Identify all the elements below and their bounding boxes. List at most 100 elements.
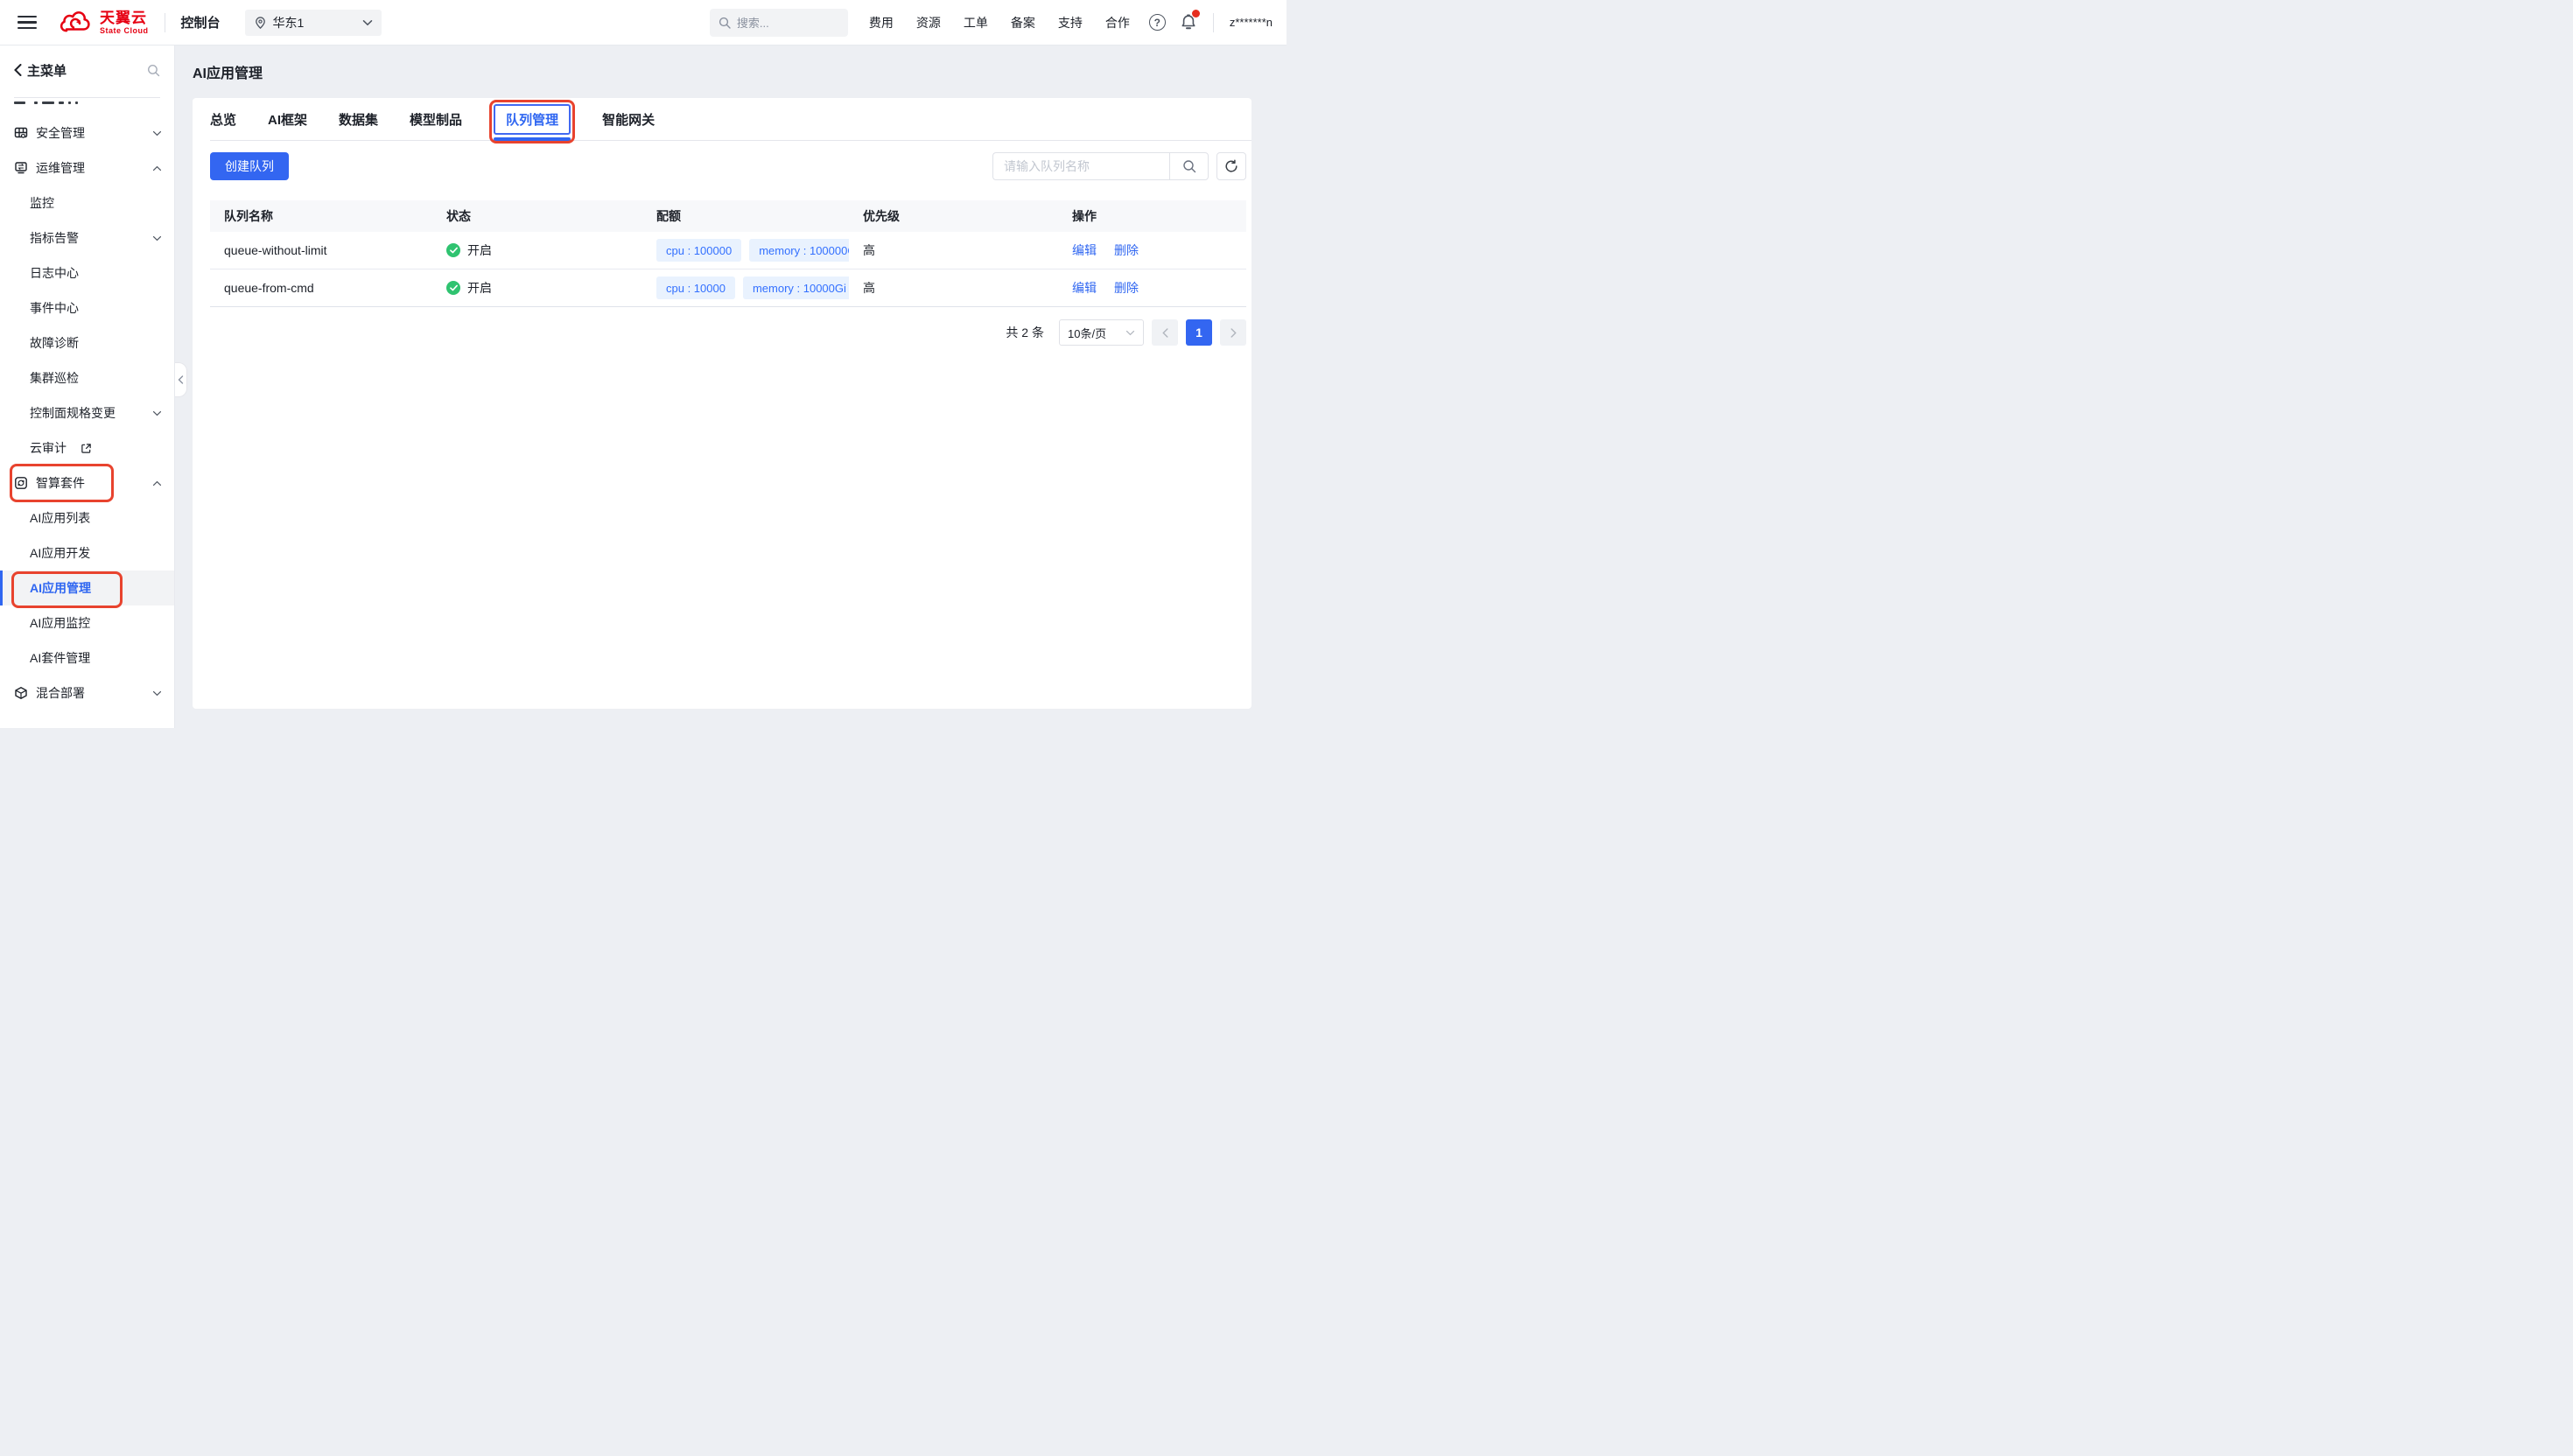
refresh-button[interactable] — [1216, 152, 1246, 180]
sidebar-item-security[interactable]: 安全管理 — [0, 116, 174, 150]
sidebar-item-ai-app-dev[interactable]: AI应用开发 — [0, 536, 174, 570]
brand-subtitle: State Cloud — [100, 27, 149, 35]
refresh-icon — [1224, 159, 1238, 173]
memory-quota-chip: memory : 10000Gi — [743, 276, 849, 299]
sidebar-item-ai-suite-mgmt[interactable]: AI套件管理 — [0, 640, 174, 676]
help-icon[interactable] — [1149, 14, 1166, 31]
nav-item-cooperation[interactable]: 合作 — [1105, 14, 1130, 32]
sidebar-item-label: AI应用管理 — [30, 579, 91, 597]
nav-item-filing[interactable]: 备案 — [1011, 14, 1035, 32]
sidebar-item-hybrid-deploy[interactable]: 混合部署 — [0, 676, 174, 710]
sidebar-item-label: 集群巡检 — [30, 369, 79, 387]
sidebar-item-cloud-audit[interactable]: 云审计 — [0, 430, 174, 466]
location-pin-icon — [254, 16, 267, 30]
delete-link[interactable]: 删除 — [1114, 279, 1139, 297]
sidebar-item-event-center[interactable]: 事件中心 — [0, 290, 174, 326]
col-status: 状态 — [432, 207, 642, 225]
total-count: 共 2 条 — [1006, 324, 1044, 341]
nav-item-tickets[interactable]: 工单 — [964, 14, 988, 32]
sidebar-item-ai-app-mgmt[interactable]: AI应用管理 — [0, 570, 174, 606]
tab-overview[interactable]: 总览 — [210, 110, 236, 129]
sidebar-back-button[interactable]: 主菜单 — [14, 61, 67, 80]
region-selector[interactable]: 华东1 — [245, 10, 382, 36]
bell-icon[interactable] — [1180, 13, 1197, 32]
sidebar-item-metric-alerts[interactable]: 指标告警 — [0, 220, 174, 256]
topbar: 天翼云 State Cloud 控制台 华东1 搜索... 费用 资源 工单 — [0, 0, 1286, 46]
sidebar-item-label: 控制面规格变更 — [30, 404, 116, 422]
sidebar-item-ops[interactable]: 运维管理 — [0, 150, 174, 186]
tab-queue-mgmt[interactable]: 队列管理 — [494, 104, 571, 135]
tab-dataset[interactable]: 数据集 — [339, 110, 378, 129]
global-search-input[interactable]: 搜索... — [710, 9, 848, 37]
global-search-placeholder: 搜索... — [737, 14, 769, 31]
external-link-icon — [81, 443, 92, 454]
sidebar-item-control-plane-spec[interactable]: 控制面规格变更 — [0, 396, 174, 430]
check-icon — [446, 281, 460, 295]
search-icon — [719, 17, 731, 29]
delete-link[interactable]: 删除 — [1114, 242, 1139, 259]
search-icon — [1182, 159, 1196, 173]
queue-table: 队列名称 状态 配额 优先级 操作 queue-without-limit 开启 — [210, 200, 1246, 307]
queue-search-button[interactable] — [1169, 152, 1209, 180]
table-row: queue-from-cmd 开启 cpu : 10000 memory : 1… — [210, 270, 1246, 307]
priority-cell: 高 — [849, 279, 1058, 297]
pagination: 共 2 条 10条/页 1 — [210, 319, 1246, 346]
sidebar-item-fault-diagnosis[interactable]: 故障诊断 — [0, 326, 174, 360]
memory-quota-chip: memory : 100000G — [749, 239, 849, 262]
brand-name: 天翼云 — [100, 10, 149, 25]
sidebar-divider — [14, 97, 160, 98]
sidebar-item-label: 事件中心 — [30, 299, 79, 317]
sidebar-collapse-handle[interactable] — [175, 362, 187, 397]
queue-name: queue-without-limit — [210, 243, 432, 257]
edit-link[interactable]: 编辑 — [1072, 279, 1097, 297]
queue-search-input[interactable] — [992, 152, 1169, 180]
queue-name: queue-from-cmd — [210, 281, 432, 295]
tab-smart-gateway[interactable]: 智能网关 — [602, 110, 655, 129]
tab-ai-framework[interactable]: AI框架 — [268, 110, 307, 129]
sidebar-item-monitoring[interactable]: 监控 — [0, 186, 174, 220]
content-card: 总览 AI框架 数据集 模型制品 队列管理 智能网关 创建队列 — [193, 98, 1251, 709]
chevron-up-icon — [152, 480, 162, 486]
sidebar-search-icon[interactable] — [147, 64, 160, 77]
col-actions: 操作 — [1058, 207, 1246, 225]
nav-item-support[interactable]: 支持 — [1058, 14, 1083, 32]
sidebar-item-label: AI应用列表 — [30, 509, 90, 527]
sidebar-item-label: AI套件管理 — [30, 649, 90, 667]
col-quota: 配额 — [642, 207, 849, 225]
table-header: 队列名称 状态 配额 优先级 操作 — [210, 200, 1246, 232]
tab-model-artifacts[interactable]: 模型制品 — [410, 110, 462, 129]
page-number-button[interactable]: 1 — [1186, 319, 1212, 346]
nav-item-billing[interactable]: 费用 — [869, 14, 894, 32]
sidebar-item-label: 安全管理 — [36, 124, 85, 142]
hamburger-menu-icon[interactable] — [18, 16, 37, 30]
sidebar-item-ai-app-monitoring[interactable]: AI应用监控 — [0, 606, 174, 640]
topbar-divider — [1213, 13, 1214, 32]
sidebar-item-label: AI应用开发 — [30, 544, 90, 562]
prev-page-button[interactable] — [1152, 319, 1178, 346]
console-label[interactable]: 控制台 — [181, 13, 221, 32]
sidebar-item-label: 云审计 — [30, 439, 67, 457]
create-queue-button[interactable]: 创建队列 — [210, 152, 289, 180]
sidebar-item-cluster-inspection[interactable]: 集群巡检 — [0, 360, 174, 396]
page-size-value: 10条/页 — [1068, 325, 1106, 341]
page-size-select[interactable]: 10条/页 — [1059, 319, 1144, 346]
ops-icon — [14, 161, 28, 175]
table-row: queue-without-limit 开启 cpu : 100000 memo… — [210, 232, 1246, 270]
sidebar-item-log-center[interactable]: 日志中心 — [0, 256, 174, 290]
topbar-nav: 费用 资源 工单 备案 支持 合作 — [869, 14, 1130, 32]
edit-link[interactable]: 编辑 — [1072, 242, 1097, 259]
tab-label: 队列管理 — [506, 113, 558, 128]
username[interactable]: z*******n — [1230, 16, 1272, 29]
status-text: 开启 — [467, 279, 492, 297]
next-page-button[interactable] — [1220, 319, 1246, 346]
cloud-logo-icon — [58, 10, 93, 36]
check-icon — [446, 243, 460, 257]
clipped-menu-item — [14, 101, 160, 111]
sidebar-item-ai-app-list[interactable]: AI应用列表 — [0, 500, 174, 536]
sidebar-item-label: 监控 — [30, 194, 54, 212]
brand-logo[interactable]: 天翼云 State Cloud — [58, 10, 149, 36]
sidebar-item-ai-suite[interactable]: 智算套件 — [0, 466, 174, 500]
toolbar: 创建队列 — [210, 152, 1246, 180]
nav-item-resources[interactable]: 资源 — [916, 14, 941, 32]
sidebar: 主菜单 安全管理 运维管理 监控 指标告警 日志中心 — [0, 46, 175, 728]
